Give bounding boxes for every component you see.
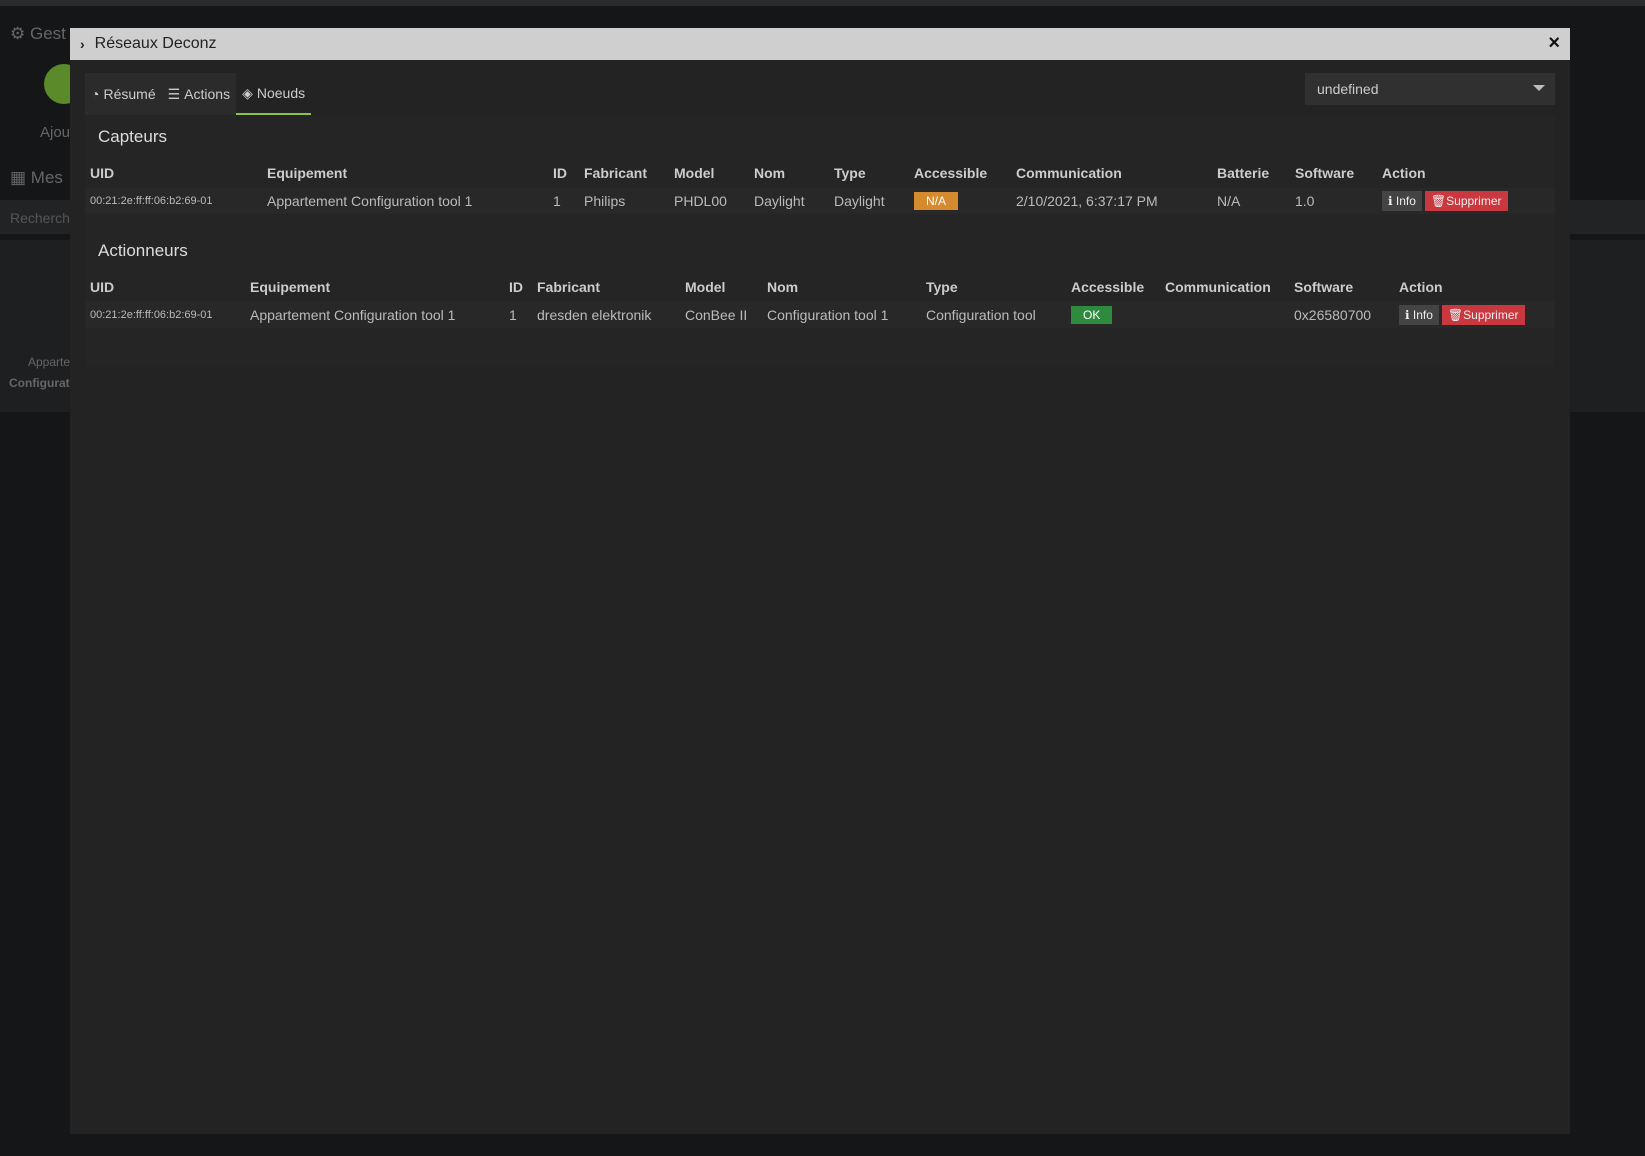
background-add-label: Ajou	[40, 124, 71, 141]
column-header: Software	[1294, 279, 1354, 295]
codepen-icon: ◈	[242, 84, 253, 101]
nodes-panel: Capteurs UID Equipement ID Fabricant Model No…	[85, 115, 1555, 367]
delete-button[interactable]: 🗑Supprimer	[1441, 305, 1525, 325]
uid-cell: 00:21:2e:ff:ff:06:b2:69-01	[85, 302, 245, 328]
table-row: 00:21:2e:ff:ff:06:b2:69-01 Appartement C…	[85, 188, 1555, 214]
battery-cell: N/A	[1212, 188, 1290, 214]
background-search[interactable]: Recherch	[10, 210, 70, 226]
column-header: Communication	[1165, 279, 1271, 295]
column-header: UID	[90, 165, 115, 181]
select-value: undefined	[1317, 81, 1379, 97]
column-header: Type	[834, 165, 866, 181]
background-card-name: Configurati	[9, 376, 73, 390]
table-header-row: UID Equipement ID Fabricant Model Nom Type Acce…	[85, 272, 1555, 302]
top-bar	[0, 0, 1645, 6]
sliders-icon: ☰	[167, 85, 181, 102]
modal-title: Réseaux Deconz	[94, 35, 217, 52]
tab-actions[interactable]: ☰ Actions	[162, 73, 236, 115]
trash-icon: 🗑	[1430, 194, 1447, 208]
chevron-right-icon: ›	[80, 36, 85, 52]
tab-label: Noeuds	[256, 85, 306, 101]
column-header: Equipement	[250, 279, 331, 295]
dashboard-icon: ◔	[91, 86, 100, 102]
actuators-table: UID Equipement ID Fabricant Model Nom Type Acce…	[85, 272, 1555, 328]
modal-header: › Réseaux Deconz	[70, 28, 1570, 60]
column-header: Accessible	[914, 165, 988, 181]
column-header: Fabricant	[537, 279, 601, 295]
column-header: Nom	[754, 165, 786, 181]
uid-cell: 00:21:2e:ff:ff:06:b2:69-01	[85, 188, 262, 214]
delete-label: Supprimer	[1463, 308, 1519, 322]
model-cell: ConBee II	[680, 302, 762, 328]
tab-noeuds[interactable]: ◈ Noeuds	[236, 73, 312, 115]
info-button[interactable]: ℹ Info	[1399, 305, 1439, 325]
id-cell: 1	[548, 188, 579, 214]
info-label: Info	[1395, 194, 1416, 208]
background-mine-text: Mes	[30, 168, 63, 187]
background-mine: ▦ Mes	[10, 168, 63, 187]
delete-button[interactable]: 🗑Supprimer	[1424, 191, 1508, 211]
software-cell: 1.0	[1290, 188, 1377, 214]
column-header: ID	[509, 279, 523, 295]
software-cell: 0x26580700	[1289, 302, 1394, 328]
maker-cell: Philips	[579, 188, 669, 214]
info-icon: ℹ	[1388, 194, 1393, 208]
type-cell: Daylight	[829, 188, 909, 214]
tab-label: Actions	[184, 86, 231, 102]
tab-resume[interactable]: ◔ Résumé	[85, 73, 162, 115]
network-select[interactable]: undefined	[1305, 73, 1555, 105]
column-header: Software	[1295, 165, 1355, 181]
info-label: Info	[1412, 308, 1433, 322]
column-header: Model	[674, 165, 715, 181]
column-header: Type	[926, 279, 958, 295]
deconz-network-modal: › Réseaux Deconz × ◔ Résumé ☰ Actions ◈ Noe…	[70, 28, 1570, 1134]
column-header: Accessible	[1071, 279, 1145, 295]
column-header: Action	[1382, 165, 1426, 181]
trash-icon: 🗑	[1447, 308, 1464, 322]
id-cell: 1	[504, 302, 532, 328]
tab-bar: ◔ Résumé ☰ Actions ◈ Noeuds	[85, 73, 312, 115]
name-cell: Daylight	[749, 188, 829, 214]
column-header: ID	[553, 165, 567, 181]
action-cell: ℹ Info 🗑Supprimer	[1377, 188, 1555, 214]
column-header: Fabricant	[584, 165, 648, 181]
delete-label: Supprimer	[1446, 194, 1502, 208]
column-header: Communication	[1016, 165, 1122, 181]
column-header: Nom	[767, 279, 799, 295]
tab-label: Résumé	[103, 86, 156, 102]
column-header: Batterie	[1217, 165, 1270, 181]
equipment-cell: Appartement Configuration tool 1	[245, 302, 504, 328]
name-cell: Configuration tool 1	[762, 302, 921, 328]
model-cell: PHDL00	[669, 188, 749, 214]
table-row: 00:21:2e:ff:ff:06:b2:69-01 Appartement C…	[85, 302, 1555, 328]
status-badge: OK	[1071, 306, 1113, 324]
column-header: Action	[1399, 279, 1443, 295]
background-title: ⚙ Gest	[10, 24, 66, 43]
sensors-heading: Capteurs	[98, 127, 167, 146]
column-header: UID	[90, 279, 115, 295]
sensors-table: UID Equipement ID Fabricant Model Nom Type Acce…	[85, 158, 1555, 214]
type-cell: Configuration tool	[921, 302, 1066, 328]
equipment-cell: Appartement Configuration tool 1	[262, 188, 548, 214]
close-button[interactable]: ×	[1548, 32, 1560, 55]
action-cell: ℹ Info 🗑Supprimer	[1394, 302, 1555, 328]
column-header: Model	[685, 279, 726, 295]
actuators-heading: Actionneurs	[98, 241, 188, 260]
communication-cell	[1160, 302, 1289, 328]
accessible-cell: N/A	[909, 188, 1011, 214]
caret-down-icon	[1533, 85, 1545, 91]
maker-cell: dresden elektronik	[532, 302, 680, 328]
accessible-cell: OK	[1066, 302, 1160, 328]
background-card-label: Apparte	[28, 355, 71, 369]
info-button[interactable]: ℹ Info	[1382, 191, 1422, 211]
communication-cell: 2/10/2021, 6:37:17 PM	[1011, 188, 1212, 214]
background-title-text: Gest	[29, 24, 66, 43]
status-badge: N/A	[914, 192, 959, 210]
info-icon: ℹ	[1405, 308, 1410, 322]
column-header: Equipement	[267, 165, 348, 181]
table-header-row: UID Equipement ID Fabricant Model Nom Type Acce…	[85, 158, 1555, 188]
